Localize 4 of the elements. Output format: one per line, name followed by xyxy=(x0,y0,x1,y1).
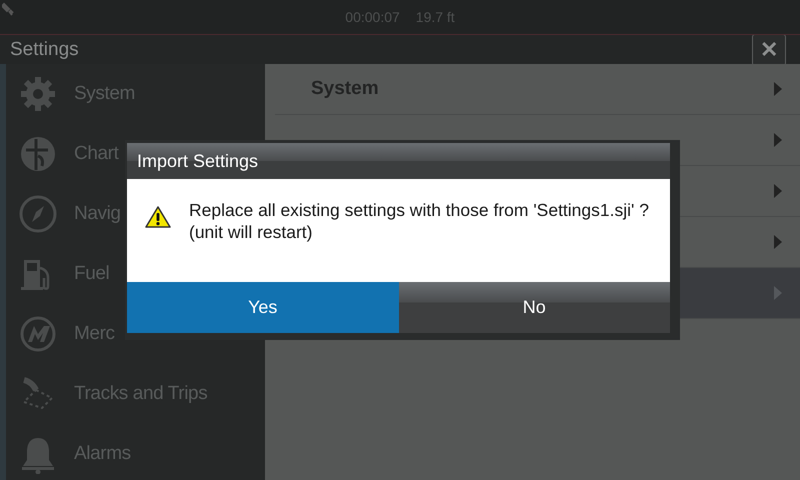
dialog-message: Replace all existing settings with those from 'Settings1.sji' ? xyxy=(189,199,649,221)
dialog-note: (unit will restart) xyxy=(189,221,314,243)
dialog-title: Import Settings xyxy=(127,143,670,179)
page-title: Settings xyxy=(10,38,79,60)
